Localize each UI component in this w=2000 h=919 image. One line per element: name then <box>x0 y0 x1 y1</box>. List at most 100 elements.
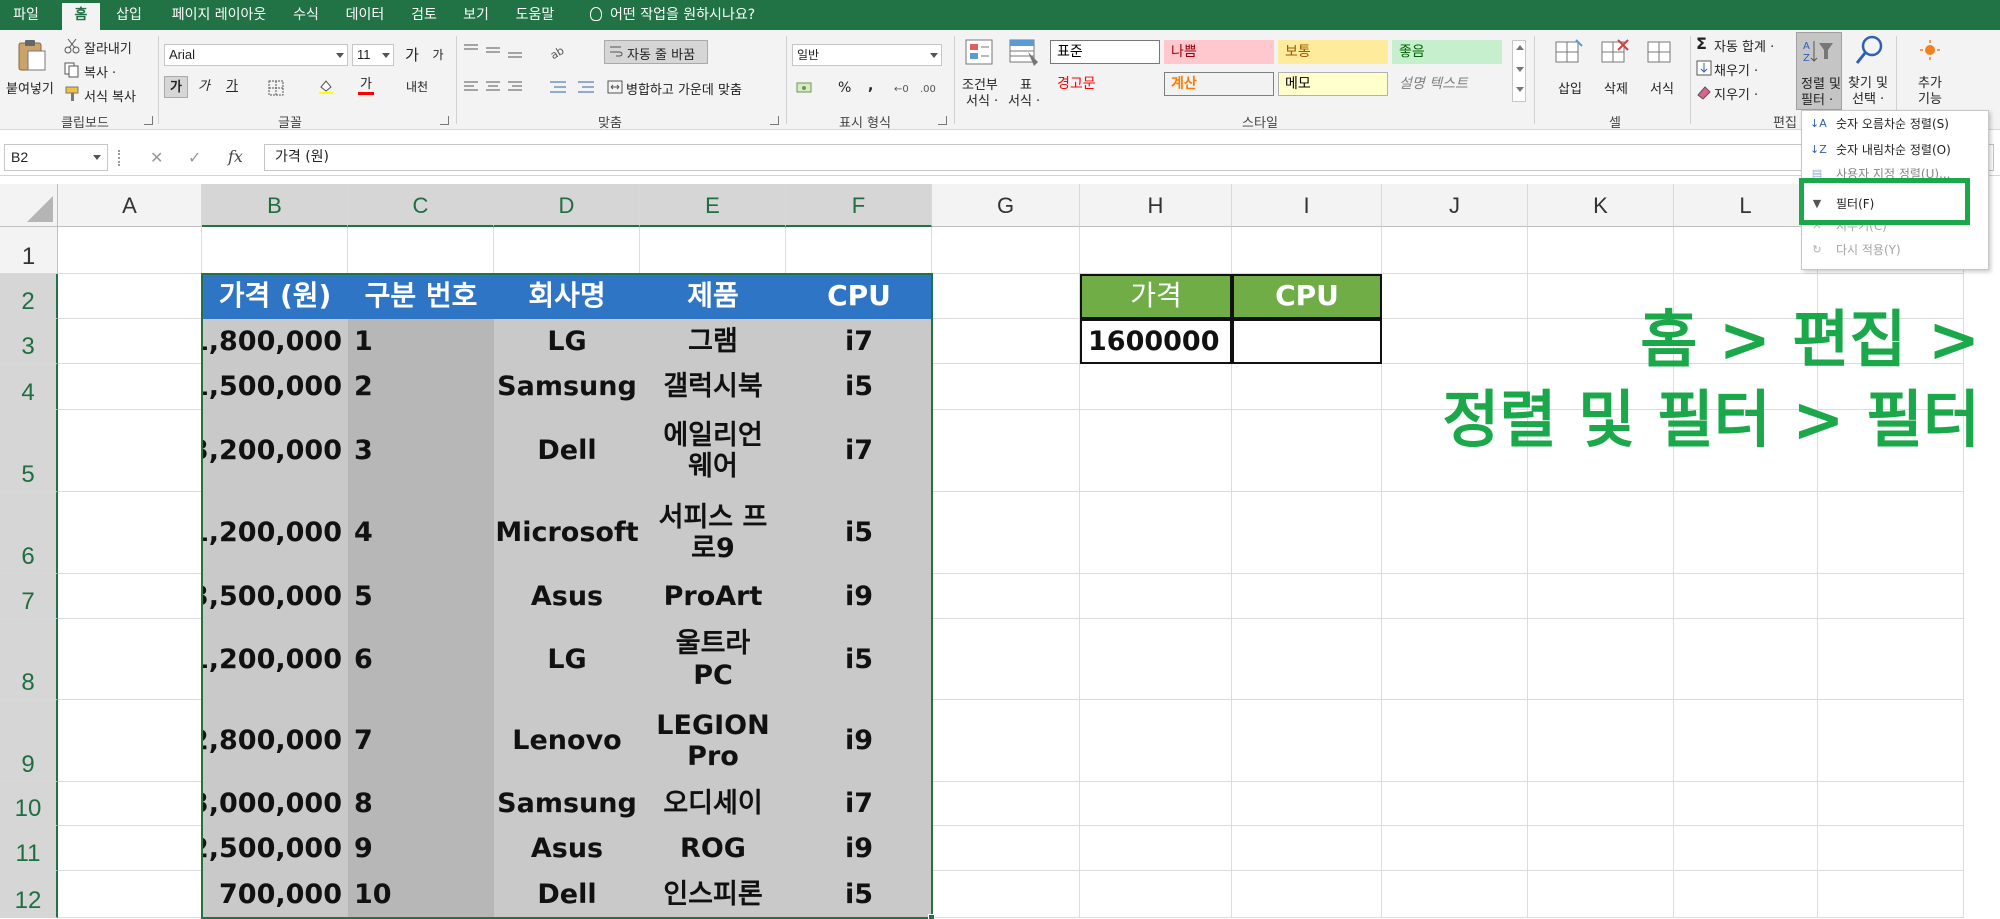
cell-style-item[interactable]: 보통 <box>1278 40 1388 64</box>
number-launcher-icon[interactable] <box>938 116 947 125</box>
enter-icon[interactable]: ✓ <box>188 148 201 167</box>
insert-cells-button[interactable]: 삽입 <box>1548 34 1590 110</box>
cell-style-item[interactable]: 표준 <box>1050 40 1160 64</box>
row-header-6[interactable]: 6 <box>0 492 58 574</box>
cancel-icon[interactable]: ✕ <box>150 148 163 167</box>
tab-insert[interactable]: 삽입 <box>110 0 148 30</box>
fill-handle[interactable] <box>928 914 935 919</box>
tab-file[interactable]: 파일 <box>8 0 44 30</box>
font-launcher-icon[interactable] <box>440 116 449 125</box>
row-header-5[interactable]: 5 <box>0 410 58 492</box>
copy-button[interactable]: 복사 · <box>84 62 116 81</box>
alignment-launcher-icon[interactable] <box>770 116 779 125</box>
tab-review[interactable]: 검토 <box>406 0 442 30</box>
column-header-g[interactable]: G <box>932 184 1080 227</box>
underline-button[interactable]: 가 <box>220 76 244 98</box>
row-header-2[interactable]: 2 <box>0 274 58 319</box>
criteria-header-cpu[interactable]: CPU <box>1232 274 1382 319</box>
font-name-combo[interactable]: Arial <box>164 44 348 66</box>
italic-button[interactable]: 가 <box>192 76 216 98</box>
row-header-4[interactable]: 4 <box>0 364 58 410</box>
row-header-8[interactable]: 8 <box>0 619 58 700</box>
styles-scroll[interactable] <box>1512 40 1526 102</box>
column-header-j[interactable]: J <box>1382 184 1528 227</box>
percent-button[interactable]: % <box>838 80 851 96</box>
orientation-icon[interactable]: ab <box>548 42 576 60</box>
criteria-value-cpu[interactable] <box>1232 319 1382 364</box>
number-format-combo[interactable]: 일반 <box>792 44 942 66</box>
format-painter-button[interactable]: 서식 복사 <box>84 86 136 105</box>
row-header-7[interactable]: 7 <box>0 574 58 619</box>
indent-icons[interactable] <box>548 78 604 96</box>
insert-function-icon[interactable]: fx <box>228 147 243 166</box>
wrap-text-button[interactable]: 자동 줄 바꿈 <box>604 40 708 64</box>
column-header-c[interactable]: C <box>348 184 494 227</box>
cell-style-item[interactable]: 설명 텍스트 <box>1392 72 1502 96</box>
column-header-d[interactable]: D <box>494 184 640 227</box>
fill-button[interactable]: 채우기 · <box>1714 60 1758 79</box>
font-size-combo[interactable]: 11 <box>352 44 394 66</box>
formula-input[interactable]: 가격 (원) <box>264 144 1994 171</box>
find-select-button[interactable]: 찾기 및 선택 · <box>1846 32 1892 110</box>
currency-icon[interactable] <box>796 80 812 96</box>
name-box[interactable]: B2 <box>4 144 108 171</box>
column-header-h[interactable]: H <box>1080 184 1232 227</box>
grow-font-button[interactable]: 가 <box>400 44 424 66</box>
tab-help[interactable]: 도움말 <box>510 0 560 30</box>
row-header-9[interactable]: 9 <box>0 700 58 782</box>
tab-view[interactable]: 보기 <box>458 0 494 30</box>
cell-style-item[interactable]: 메모 <box>1278 72 1388 96</box>
cell-style-item[interactable]: 경고문 <box>1050 72 1160 96</box>
clear-button[interactable]: 지우기 · <box>1714 84 1758 103</box>
column-header-b[interactable]: B <box>202 184 348 227</box>
svg-text:.00: .00 <box>920 84 936 95</box>
row-header-10[interactable]: 10 <box>0 782 58 826</box>
format-as-table-button[interactable]: 표 서식 · <box>1004 34 1044 110</box>
paste-button[interactable]: 붙여넣기 <box>6 36 56 108</box>
row-header-3[interactable]: 3 <box>0 319 58 364</box>
column-header-k[interactable]: K <box>1528 184 1674 227</box>
cell-style-item[interactable]: 나쁨 <box>1164 40 1274 64</box>
delete-cells-button[interactable]: 삭제 <box>1594 34 1636 110</box>
bold-button[interactable]: 가 <box>164 76 188 98</box>
column-header-f[interactable]: F <box>786 184 932 227</box>
horizontal-align-icons[interactable] <box>462 78 528 96</box>
shrink-font-button[interactable]: 가 <box>426 44 450 66</box>
autosum-button[interactable]: 자동 합계 · <box>1714 36 1774 55</box>
decimal-icons[interactable]: ←0 .00 <box>894 78 944 98</box>
row-header-1[interactable]: 1 <box>0 227 58 274</box>
worksheet-grid[interactable]: ABCDEFGHIJKLM 123456789101112 가격 (원)구분 번… <box>0 178 2000 919</box>
font-color-button[interactable]: 가 <box>354 74 378 96</box>
select-all-corner[interactable] <box>0 184 58 227</box>
column-header-a[interactable]: A <box>58 184 202 227</box>
column-header-i[interactable]: I <box>1232 184 1382 227</box>
cell-text: 가격 <box>1130 279 1182 313</box>
splitter-handle[interactable] <box>118 150 121 166</box>
row-header-11[interactable]: 11 <box>0 826 58 871</box>
cell-style-item[interactable]: 계산 <box>1164 72 1274 96</box>
sort-filter-button[interactable]: AZ 정렬 및 필터 · <box>1796 32 1842 110</box>
column-header-l[interactable]: L <box>1674 184 1818 227</box>
column-header-e[interactable]: E <box>640 184 786 227</box>
merge-center-button[interactable]: 병합하고 가운데 맞춤 <box>604 76 772 100</box>
addins-button[interactable]: 추가 기능 <box>1904 32 1954 110</box>
comma-button[interactable]: , <box>868 78 873 94</box>
criteria-value-price[interactable]: 1600000 <box>1080 319 1232 364</box>
menu-item-sort-asc[interactable]: ↓A 숫자 오름차순 정렬(S) <box>1802 113 1988 135</box>
phonetic-button[interactable]: 내천 <box>406 78 428 95</box>
format-cells-button[interactable]: 서식 <box>1640 34 1682 110</box>
vertical-align-icons[interactable] <box>462 42 528 60</box>
menu-item-sort-desc[interactable]: ↓Z 숫자 내림차순 정렬(O) <box>1802 139 1988 161</box>
tab-formulas[interactable]: 수식 <box>288 0 324 30</box>
criteria-header-price[interactable]: 가격 <box>1080 274 1232 319</box>
tell-me-search[interactable]: 어떤 작업을 원하시나요? <box>590 0 755 30</box>
tab-home[interactable]: 홈 <box>62 3 100 30</box>
clipboard-launcher-icon[interactable] <box>144 116 153 125</box>
cell-style-item[interactable]: 좋음 <box>1392 40 1502 64</box>
row-number: 12 <box>14 887 42 914</box>
tab-page-layout[interactable]: 페이지 레이아웃 <box>160 0 278 30</box>
row-header-12[interactable]: 12 <box>0 871 58 918</box>
tab-data[interactable]: 데이터 <box>340 0 390 30</box>
conditional-format-button[interactable]: 조건부 서식 · <box>960 34 1002 110</box>
cut-button[interactable]: 잘라내기 <box>84 38 132 57</box>
